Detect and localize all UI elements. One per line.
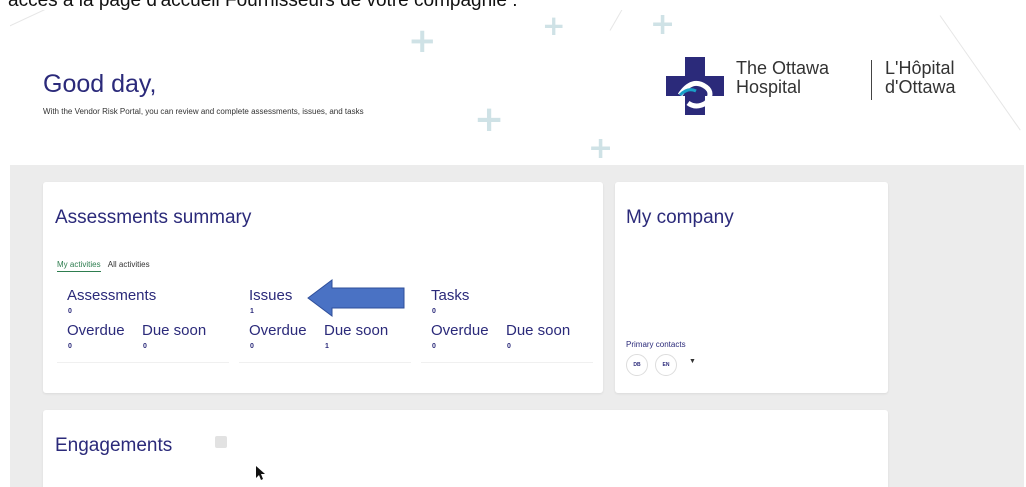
logo-text-fr: L'Hôpital d'Ottawa (885, 58, 956, 97)
tasks-stat[interactable]: Tasks 0 Overdue Due soon 0 0 (421, 282, 593, 363)
hospital-cross-icon (666, 57, 724, 115)
logo-separator (871, 60, 872, 100)
due-soon-label: Due soon (142, 322, 207, 339)
overdue-count: 0 (250, 343, 254, 350)
plus-decor-icon: + (474, 99, 505, 140)
my-company-title: My company (626, 207, 734, 228)
greeting-subtitle: With the Vendor Risk Portal, you can rev… (43, 107, 364, 116)
info-icon[interactable] (215, 436, 227, 448)
stat-count: 1 (250, 308, 254, 315)
logo-text-en: The Ottawa Hospital (736, 58, 830, 97)
stat-label: Tasks (431, 287, 470, 304)
contact-avatar[interactable]: DB (626, 354, 648, 376)
portal-window: + + + + + Good day, With the Vendor Risk… (10, 10, 1024, 487)
due-soon-count: 1 (325, 343, 329, 350)
stat-label: Assessments (67, 287, 157, 304)
overdue-label: Overdue (431, 322, 489, 339)
due-soon-label: Due soon (506, 322, 571, 339)
activity-tabs: My activities All activities (57, 260, 155, 272)
dashboard-content: Assessments summary My activities All ac… (10, 165, 1024, 487)
engagements-title: Engagements (55, 435, 173, 456)
tab-all-activities[interactable]: All activities (108, 260, 150, 271)
stat-count: 0 (432, 308, 436, 315)
tab-my-activities[interactable]: My activities (57, 260, 101, 272)
stat-label: Issues (249, 287, 293, 304)
engagements-card: Engagements (43, 410, 888, 487)
overdue-label: Overdue (249, 322, 307, 339)
chevron-down-icon[interactable]: ▼ (689, 358, 696, 365)
hospital-logo: The Ottawa Hospital L'Hôpital d'Ottawa (666, 55, 1006, 115)
plus-decor-icon: + (542, 10, 566, 42)
due-soon-label: Due soon (324, 322, 389, 339)
primary-contacts-label: Primary contacts (626, 340, 686, 349)
decor-line (10, 10, 109, 31)
annotation-arrow-icon (307, 279, 405, 317)
my-company-card: My company Primary contacts DB EN ▼ (615, 182, 888, 393)
plus-decor-icon: + (650, 10, 676, 42)
contact-avatar[interactable]: EN (655, 354, 677, 376)
hero-banner: + + + + + Good day, With the Vendor Risk… (10, 10, 1024, 165)
overdue-label: Overdue (67, 322, 125, 339)
assessments-stat[interactable]: Assessments 0 Overdue Due soon 0 0 (57, 282, 229, 363)
stat-count: 0 (68, 308, 72, 315)
plus-decor-icon: + (588, 131, 614, 166)
mouse-cursor-icon (256, 466, 265, 480)
overdue-count: 0 (432, 343, 436, 350)
overdue-count: 0 (68, 343, 72, 350)
due-soon-count: 0 (507, 343, 511, 350)
assessments-summary-title: Assessments summary (55, 207, 252, 228)
plus-decor-icon: + (408, 21, 437, 61)
due-soon-count: 0 (143, 343, 147, 350)
greeting-heading: Good day, (43, 70, 157, 98)
